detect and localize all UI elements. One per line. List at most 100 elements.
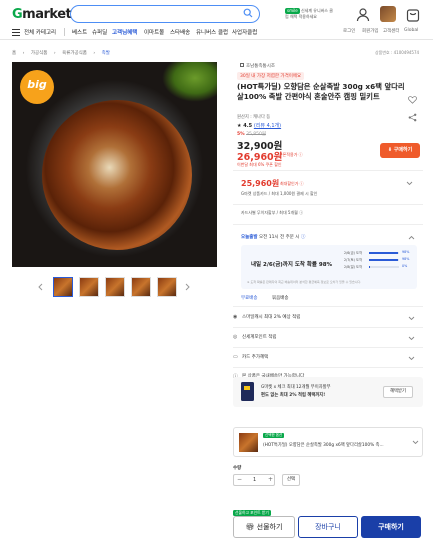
chevron-down-icon[interactable] bbox=[408, 356, 415, 361]
chevron-left-icon[interactable] bbox=[37, 283, 43, 291]
product-main-image[interactable]: big bbox=[12, 62, 217, 267]
chevron-down-icon[interactable] bbox=[408, 336, 415, 341]
card-icon: ▭ bbox=[233, 354, 238, 360]
delivery-bar-pct: 98% bbox=[402, 250, 410, 254]
plus-button[interactable]: + bbox=[268, 476, 273, 483]
thumbnail-4[interactable] bbox=[131, 277, 151, 297]
breadcrumb: 홈 › 가공식품 › 육류가공식품 › 족발 bbox=[12, 51, 110, 56]
nav-business-club[interactable]: 사업자클럽 bbox=[232, 28, 257, 36]
review-count[interactable]: (리뷰 4,1개) bbox=[254, 123, 281, 129]
smile-club-banner[interactable]: smile 신세계 유니버스 클럽 해택 적용하세요 bbox=[285, 8, 333, 20]
delivery-bar-pct: 98% bbox=[402, 257, 410, 261]
breadcrumb-meat[interactable]: 육류가공식품 bbox=[62, 51, 87, 56]
bundle-shipping[interactable]: 묶음배송 bbox=[272, 295, 289, 301]
chevron-up-icon[interactable] bbox=[408, 235, 415, 240]
banner-subtitle: 편도 없는 최대 2% 적립 혜택까지! bbox=[261, 393, 326, 398]
user-icon[interactable] bbox=[355, 7, 371, 23]
coin-icon: ◉ bbox=[233, 314, 238, 320]
minus-button[interactable]: − bbox=[237, 476, 242, 483]
smile-cash-row[interactable]: ◉ 스마일캐시 최대 2% 예상 적립 bbox=[233, 308, 423, 328]
point-icon: ◎ bbox=[233, 334, 238, 340]
signup-link[interactable]: 회원가입 bbox=[362, 28, 379, 34]
selected-option-badge: 선택한 옵션 bbox=[263, 433, 285, 438]
coupon-price: 26,960원 bbox=[237, 152, 283, 163]
delivery-bar-track bbox=[369, 265, 399, 268]
delivery-note: ※ 도착 확률은 판매자의 최근 배송데이터 분석한 평균예측 정보로 오차가 … bbox=[247, 280, 362, 284]
nav-universe-club[interactable]: 유니버스 클럽 bbox=[196, 28, 228, 36]
seller-name[interactable]: 호남통족통시조 bbox=[240, 63, 275, 69]
global-link[interactable]: Global bbox=[404, 28, 418, 33]
shop-icon bbox=[240, 63, 244, 67]
delivery-bar-pct: 0% bbox=[402, 264, 408, 268]
delivery-bar-row: 2/7(토) 도착 98% bbox=[344, 257, 414, 263]
chevron-down-icon[interactable] bbox=[408, 316, 415, 321]
delivery-bar-fill bbox=[369, 258, 399, 261]
chevron-right-icon[interactable] bbox=[185, 283, 191, 291]
breadcrumb-home[interactable]: 홈 bbox=[12, 51, 16, 56]
menu-icon[interactable] bbox=[12, 29, 20, 36]
divider bbox=[233, 224, 423, 225]
quantity-value[interactable]: 1 bbox=[253, 477, 256, 483]
shinsegae-point-row[interactable]: ◎ 신세계포인트 적립 bbox=[233, 328, 423, 348]
thumbnail-1[interactable] bbox=[53, 277, 73, 297]
nav-best[interactable]: 베스트 bbox=[72, 28, 87, 36]
customer-center-link[interactable]: 고객센터 bbox=[383, 28, 400, 34]
nav-emart[interactable]: 이마트몰 bbox=[144, 28, 164, 36]
search-icon[interactable] bbox=[243, 8, 253, 18]
breadcrumb-jokbal[interactable]: 족발 bbox=[102, 51, 110, 56]
credit-card-icon bbox=[241, 382, 254, 401]
thumbnail-3[interactable] bbox=[105, 277, 125, 297]
info-icon[interactable]: ⓘ bbox=[301, 235, 306, 240]
card-promo-banner[interactable]: G마켓 x 체크 최대 12개월 무이자할부 편도 없는 최대 2% 적립 혜택… bbox=[233, 377, 423, 407]
delivery-probability-box: 내일 2/6(금)까지 도착 확률 98% 2/6(금) 도착 98% 2/7(토)… bbox=[241, 245, 417, 289]
buy-now-button[interactable]: 구매하기 bbox=[361, 516, 421, 538]
gift-button[interactable]: 🎁︎ 선물하기 bbox=[233, 516, 295, 538]
breadcrumb-processed-food[interactable]: 가공식품 bbox=[31, 51, 48, 56]
big-badge: big bbox=[20, 70, 54, 104]
login-link[interactable]: 로그인 bbox=[343, 28, 355, 34]
recent-item-thumbnail[interactable] bbox=[380, 6, 396, 22]
thumbnail-5[interactable] bbox=[157, 277, 177, 297]
card-installment-row[interactable]: 카드사별 무이자할부 / 최대 5개월 ⓘ bbox=[241, 210, 303, 216]
heart-icon[interactable] bbox=[408, 96, 417, 104]
coupon-price-note[interactable]: 쿠폰적용가 ⓘ bbox=[279, 152, 303, 158]
delivery-bar-track bbox=[369, 258, 399, 261]
lowest-price-tag: 30일 내 가장 저렴한 가격이에요 bbox=[237, 72, 305, 80]
card-benefit-row[interactable]: ▭ 카드 추가혜택 bbox=[233, 348, 423, 368]
add-to-cart-button[interactable]: 장바구니 bbox=[298, 516, 358, 538]
max-discount-price: 25,960원 bbox=[241, 179, 280, 188]
gmarket-logo[interactable]: Gmarket bbox=[12, 7, 72, 22]
delivery-bar-row: 2/6(금) 도착 98% bbox=[344, 250, 414, 256]
coupon-buy-button[interactable]: ⬇ 구매하기 bbox=[380, 143, 420, 158]
divider bbox=[233, 204, 423, 205]
quantity-select-button[interactable]: 선택 bbox=[282, 474, 300, 486]
selected-option-box[interactable]: 선택한 옵션 (HOT특가딜) 오향담은 순살족발 300g x6팩 앞다리살1… bbox=[233, 427, 423, 457]
chevron-down-icon[interactable] bbox=[406, 181, 413, 186]
rating[interactable]: ★ 4.5 (리뷰 4,1개) bbox=[237, 122, 281, 129]
delivery-bar-label: 2/7(토) 도착 bbox=[344, 258, 363, 262]
banner-benefit-button[interactable]: 혜택받기 bbox=[383, 386, 413, 398]
max-discount-box[interactable]: 25,960원 최대할인가 ⓘ G마켓 상품카드 / 최대 1,000원 결제 … bbox=[233, 173, 423, 203]
cart-icon[interactable] bbox=[405, 7, 421, 23]
max-discount-sub: G마켓 상품카드 / 최대 1,000원 결제 시 할인 bbox=[241, 191, 318, 196]
selected-option-text: (HOT특가딜) 오향담은 순살족발 300g x6팩 앞다리살100% 족..… bbox=[263, 443, 384, 448]
free-shipping: 무료배송 bbox=[241, 296, 258, 301]
search-input[interactable] bbox=[70, 5, 260, 23]
divider bbox=[233, 170, 423, 171]
nav-customer-benefit[interactable]: 고객님혜택 bbox=[112, 28, 137, 36]
delivery-probability-title: 내일 2/6(금)까지 도착 확률 98% bbox=[251, 262, 333, 268]
garnish-pepper bbox=[162, 62, 217, 102]
thumbnail-2[interactable] bbox=[79, 277, 99, 297]
delivery-bar-fill bbox=[369, 265, 370, 268]
quantity-stepper[interactable]: − 1 + bbox=[233, 474, 275, 486]
origin-info: 원산지 : 캐나다 등 bbox=[237, 115, 271, 120]
shipping-row[interactable]: 오늘출발 오전 11시 전 주문 시 ⓘ bbox=[241, 234, 305, 240]
share-icon[interactable] bbox=[408, 113, 417, 122]
delivery-bar-row: 2/8(일) 도착 0% bbox=[344, 264, 414, 270]
chevron-down-icon[interactable] bbox=[412, 440, 419, 445]
nav-superdeal[interactable]: 슈퍼딜 bbox=[92, 28, 107, 36]
nav-star-delivery[interactable]: 스타배송 bbox=[170, 28, 190, 36]
delivery-bars: 2/6(금) 도착 98% 2/7(토) 도착 98% 2/8(일) 도착 0% bbox=[344, 250, 414, 272]
price-discount-row: 5% 35,850원 bbox=[237, 132, 266, 137]
all-categories[interactable]: 전체 카테고리 bbox=[24, 28, 56, 36]
